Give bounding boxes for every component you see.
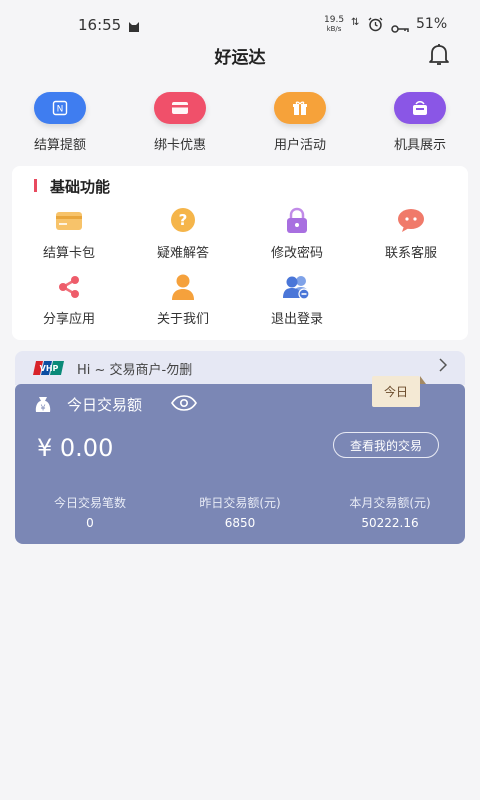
quick-action-label: 绑卡优惠 (153, 138, 206, 153)
page-title: 好运达 (214, 48, 266, 68)
today-badge: 今日 (372, 376, 420, 407)
function-label: 结算卡包 (42, 246, 95, 261)
bank-card-icon (54, 206, 84, 236)
quick-action-label: 机具展示 (393, 138, 446, 153)
stat-value: 0 (86, 516, 94, 530)
function-about[interactable]: 关于我们 (126, 272, 240, 327)
card-icon (154, 92, 206, 124)
section-marker (34, 179, 37, 192)
function-faq[interactable]: ? 疑难解答 (126, 206, 240, 261)
basic-functions-card: 基础功能 结算卡包 ? 疑难解答 修改密码 联系客服 分享应用 关于我们 退出登… (12, 166, 468, 340)
svg-text:?: ? (179, 211, 188, 229)
status-bar: 16:55 19.5 kB/s ⇅ 51% (0, 0, 480, 44)
quick-action-label: 用户活动 (273, 138, 326, 153)
network-speed: 19.5 kB/s (324, 15, 345, 34)
eye-icon[interactable] (171, 395, 197, 415)
n-card-icon: N (34, 92, 86, 124)
stat-today-count: 今日交易笔数 0 (15, 494, 165, 530)
bell-icon[interactable] (426, 41, 452, 67)
unionpay-logo-icon: VHP (33, 360, 65, 380)
pos-terminal-icon (394, 92, 446, 124)
alarm-icon (368, 17, 383, 36)
stat-value: 50222.16 (361, 516, 419, 530)
stat-label: 本月交易额(元) (349, 496, 431, 510)
stat-label: 今日交易笔数 (53, 496, 126, 510)
lock-icon (282, 206, 312, 236)
quick-actions: N 结算提额 绑卡优惠 用户活动 机具展示 (0, 92, 480, 153)
stat-yesterday-amount: 昨日交易额(元) 6850 (165, 494, 315, 530)
users-logout-icon (282, 272, 312, 302)
svg-text:VHP: VHP (40, 364, 59, 373)
merchant-greeting: Hi ~ 交易商户-勿删 (77, 363, 193, 378)
quick-action-devices[interactable]: 机具展示 (365, 92, 475, 153)
status-time: 16:55 (78, 16, 122, 34)
quick-action-activity[interactable]: 用户活动 (245, 92, 355, 153)
section-title: 基础功能 (50, 178, 111, 196)
svg-text:¥: ¥ (40, 404, 45, 413)
view-my-transactions-button[interactable]: 查看我的交易 (333, 432, 439, 458)
stat-label: 昨日交易额(元) (199, 496, 281, 510)
chevron-right-icon (439, 358, 448, 376)
function-label: 关于我们 (156, 312, 209, 327)
function-card-wallet[interactable]: 结算卡包 (12, 206, 126, 261)
function-label: 退出登录 (270, 312, 323, 327)
quick-action-settle[interactable]: N 结算提额 (5, 92, 115, 153)
function-change-password[interactable]: 修改密码 (240, 206, 354, 261)
data-arrows-icon: ⇅ (351, 17, 360, 28)
svg-text:N: N (57, 105, 64, 115)
chat-icon (396, 206, 426, 236)
cat-icon (128, 18, 140, 37)
function-label: 修改密码 (270, 246, 323, 261)
question-icon: ? (168, 206, 198, 236)
key-icon (391, 19, 409, 38)
today-amount-title: 今日交易额 (67, 396, 143, 414)
transactions-card: ¥ 今日交易额 今日 ¥ 0.00 查看我的交易 今日交易笔数 0 昨日交易额(… (15, 376, 465, 544)
money-bag-icon: ¥ (33, 395, 53, 419)
share-icon (54, 272, 84, 302)
function-label: 分享应用 (42, 312, 95, 327)
quick-action-bind-card[interactable]: 绑卡优惠 (125, 92, 235, 153)
function-label: 疑难解答 (156, 246, 209, 261)
badge-fold (420, 376, 426, 384)
function-logout[interactable]: 退出登录 (240, 272, 354, 327)
person-icon (168, 272, 198, 302)
function-customer-service[interactable]: 联系客服 (354, 206, 468, 261)
gift-icon (274, 92, 326, 124)
quick-action-label: 结算提额 (33, 138, 86, 153)
stat-month-amount: 本月交易额(元) 50222.16 (315, 494, 465, 530)
stat-value: 6850 (224, 516, 256, 530)
function-share[interactable]: 分享应用 (12, 272, 126, 327)
today-amount-value: ¥ 0.00 (37, 434, 114, 462)
function-label: 联系客服 (384, 246, 437, 261)
battery-level: 51% (416, 16, 448, 32)
